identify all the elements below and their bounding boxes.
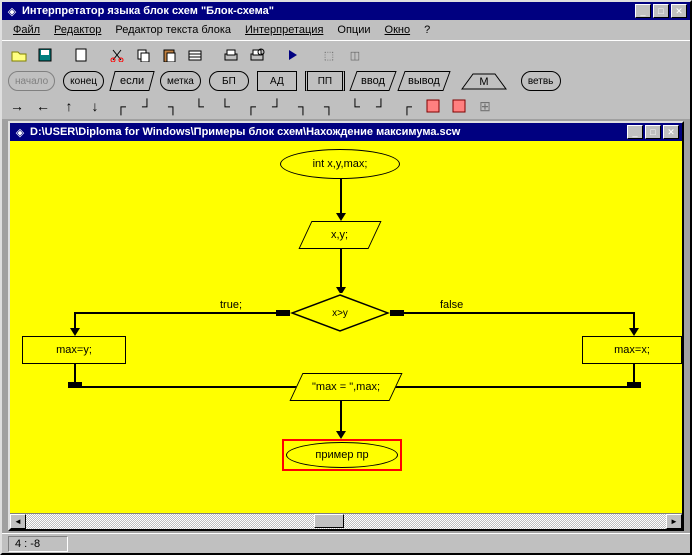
paste-icon[interactable]: [158, 44, 180, 66]
shape-bp[interactable]: БП: [209, 71, 249, 91]
properties-icon[interactable]: [184, 44, 206, 66]
corner4-icon[interactable]: ┘: [372, 97, 390, 115]
close-button[interactable]: ✕: [671, 4, 687, 18]
shape-palette: начало конец если метка БП АД ПП ввод вы…: [2, 69, 690, 93]
menu-file[interactable]: Файл: [6, 21, 47, 39]
scroll-thumb[interactable]: [314, 514, 344, 528]
shape-end[interactable]: конец: [63, 71, 104, 91]
node-end-highlighted[interactable]: пример пр: [282, 439, 402, 471]
window-title: Интерпретатор языка блок схем "Блок-схем…: [22, 5, 635, 17]
tool-a-icon[interactable]: [424, 97, 442, 115]
shape-ad[interactable]: АД: [257, 71, 297, 91]
horizontal-scrollbar[interactable]: ◄ ►: [10, 513, 682, 529]
corner-dl-icon[interactable]: ┐: [164, 97, 182, 115]
open-icon[interactable]: [8, 44, 30, 66]
mdi-child-window: ◈ D:\USER\Diploma for Windows\Примеры бл…: [8, 121, 684, 531]
mdi-title: D:\USER\Diploma for Windows\Примеры блок…: [30, 126, 627, 138]
corner3-icon[interactable]: └: [346, 97, 364, 115]
shape-start[interactable]: начало: [8, 71, 55, 91]
arrow-down-icon[interactable]: ↓: [86, 97, 104, 115]
status-bar: 4 : -8: [2, 533, 690, 553]
tool-b-icon[interactable]: [450, 97, 468, 115]
arrow-left-icon[interactable]: ←: [34, 97, 52, 115]
menu-help[interactable]: ?: [417, 21, 437, 39]
shape-branch[interactable]: ветвь: [521, 71, 561, 91]
main-window: ◈ Интерпретатор языка блок схем "Блок-сх…: [0, 0, 692, 555]
shape-if[interactable]: если: [109, 71, 154, 91]
menu-interpretation[interactable]: Интерпретация: [238, 21, 330, 39]
corner-dr-icon[interactable]: ┌: [112, 97, 130, 115]
shape-output[interactable]: вывод: [397, 71, 450, 91]
menu-bar: Файл Редактор Редактор текста блока Инте…: [2, 20, 690, 40]
corner-ru-icon[interactable]: ┘: [138, 97, 156, 115]
tool2-icon[interactable]: ◫: [344, 44, 366, 66]
scroll-track[interactable]: [26, 514, 666, 529]
new-icon[interactable]: [70, 44, 92, 66]
app-icon: ◈: [5, 4, 19, 18]
mdi-title-bar[interactable]: ◈ D:\USER\Diploma for Windows\Примеры бл…: [10, 123, 682, 141]
corner-rd-icon[interactable]: ┌: [242, 97, 260, 115]
node-input[interactable]: x,y;: [298, 221, 381, 249]
shape-pp[interactable]: ПП: [305, 71, 345, 91]
menu-window[interactable]: Окно: [378, 21, 418, 39]
tool-c-icon[interactable]: ⊞: [476, 97, 494, 115]
maximize-button[interactable]: □: [653, 4, 669, 18]
scroll-right-button[interactable]: ►: [666, 514, 682, 529]
mdi-client: ◈ D:\USER\Diploma for Windows\Примеры бл…: [2, 119, 690, 533]
label-false: false: [440, 299, 463, 311]
cut-icon[interactable]: [106, 44, 128, 66]
node-process-left[interactable]: max=y;: [22, 336, 126, 364]
node-process-right[interactable]: max=x;: [582, 336, 682, 364]
mdi-close-button[interactable]: ✕: [663, 125, 679, 139]
mdi-minimize-button[interactable]: _: [627, 125, 643, 139]
menu-block-text-editor[interactable]: Редактор текста блока: [108, 21, 238, 39]
svg-text:М: М: [479, 76, 488, 88]
mdi-maximize-button[interactable]: □: [645, 125, 661, 139]
corner-ul-icon[interactable]: ┘: [268, 97, 286, 115]
shape-input[interactable]: ввод: [349, 71, 396, 91]
arrow-up-icon[interactable]: ↑: [60, 97, 78, 115]
toolbar-main: ⬚ ◫: [2, 40, 690, 69]
node-output[interactable]: "max = ",max;: [289, 373, 402, 401]
copy-icon[interactable]: [132, 44, 154, 66]
flowchart-canvas[interactable]: int x,y,max; x,y; x>y true;: [10, 141, 682, 513]
print-icon[interactable]: [220, 44, 242, 66]
save-icon[interactable]: [34, 44, 56, 66]
menu-editor[interactable]: Редактор: [47, 21, 108, 39]
menu-options[interactable]: Опции: [330, 21, 377, 39]
shape-label[interactable]: метка: [160, 71, 201, 91]
arrow-right-icon[interactable]: →: [8, 97, 26, 115]
scroll-left-button[interactable]: ◄: [10, 514, 26, 529]
title-bar[interactable]: ◈ Интерпретатор языка блок схем "Блок-сх…: [2, 2, 690, 20]
node-start[interactable]: int x,y,max;: [280, 149, 400, 179]
status-coords: 4 : -8: [8, 536, 68, 552]
run-icon[interactable]: [282, 44, 304, 66]
tool1-icon[interactable]: ⬚: [318, 44, 340, 66]
node-decision[interactable]: x>y: [290, 293, 390, 333]
minimize-button[interactable]: _: [635, 4, 651, 18]
shape-m[interactable]: М: [455, 71, 513, 91]
print-preview-icon[interactable]: [246, 44, 268, 66]
mdi-icon: ◈: [13, 125, 27, 139]
corner-lu-icon[interactable]: └: [190, 97, 208, 115]
corner5-icon[interactable]: ┌: [398, 97, 416, 115]
corner-ld-icon[interactable]: ┐: [294, 97, 312, 115]
corner2-icon[interactable]: ┐: [320, 97, 338, 115]
label-true: true;: [220, 299, 242, 311]
corner-ur-icon[interactable]: └: [216, 97, 234, 115]
arrow-palette: → ← ↑ ↓ ┌ ┘ ┐ └ └ ┌ ┘ ┐ ┐ └ ┘ ┌ ⊞: [2, 93, 690, 119]
